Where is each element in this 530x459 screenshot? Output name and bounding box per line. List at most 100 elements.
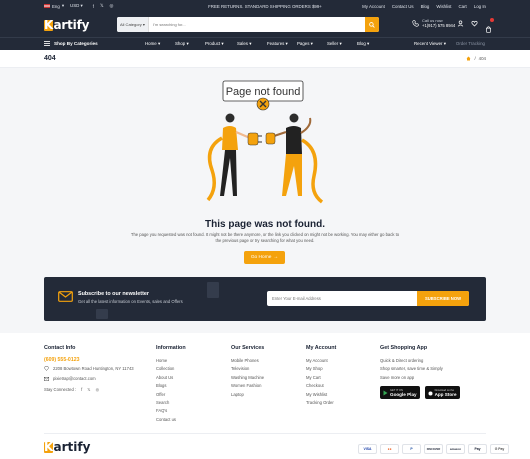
not-found-illustration: Page not found [206,80,324,204]
link-my-account[interactable]: My Account [362,4,385,9]
footer-link[interactable]: FAQ's [156,407,176,415]
footer-link[interactable]: Contact us [156,416,176,424]
discover-icon: DISCOVER [424,444,443,454]
footer-link[interactable]: Collection [156,365,176,373]
nav-item-blog[interactable]: Blog ▾ [357,41,387,47]
footer-link[interactable]: About Us [156,374,176,382]
footer-services-heading: Our Services [231,345,265,351]
go-home-button[interactable]: Go Home → [244,251,285,264]
nav-item-seller[interactable]: Seller ▾ [327,41,357,47]
footer-link[interactable]: Search [156,399,176,407]
newsletter-email-input[interactable]: Enter Your E-mail Address [267,291,417,306]
cart-count-badge [490,18,494,22]
apple-pay-icon: Pay [468,444,487,454]
breadcrumb-bar: 404 / 404 [0,50,530,68]
recent-viewer-link[interactable]: Recent Viewer ▾ [414,41,446,47]
link-contact-us[interactable]: Contact Us [392,4,414,9]
subscribe-button[interactable]: SUBSCRIBE NOW [417,291,469,306]
footer-link[interactable]: My Shop [306,365,334,373]
top-bar: Eng ▾ USD ▾ f 𝕏 ◎ FREE RETURNS. STANDARD … [0,0,530,12]
footer-link[interactable]: Laptop [231,391,264,399]
google-play-button[interactable]: GET IT ON Google Play [380,386,420,399]
footer-link[interactable]: My Account [306,357,334,365]
us-flag-icon [44,4,50,8]
header-icons [457,18,494,38]
nav-item-product[interactable]: Product ▾ [205,41,237,47]
footer-app-heading: Get Shopping App [380,345,428,351]
footer-link[interactable]: Women Fashion [231,382,264,390]
error-title: This page was not found. [205,219,325,230]
footer-link[interactable]: Washing Machine [231,374,264,382]
bubble-text: Page not found [226,86,301,98]
nav-menu: Home ▾ Shop ▾ Product ▾ Sales ▾ Features… [145,37,387,50]
x-twitter-icon[interactable]: 𝕏 [100,3,104,9]
facebook-icon[interactable]: f [93,4,94,9]
currency-selector[interactable]: USD ▾ [70,3,83,9]
search-input[interactable] [149,17,365,32]
footer-link[interactable]: My Wishlist [306,391,334,399]
error-description: The page you requested was not found. It… [130,232,400,243]
home-icon[interactable] [466,56,471,61]
mastercard-icon: ●● [380,444,399,454]
google-pay-icon: G Pay [490,444,509,454]
decor-doc-icon [207,282,219,298]
location-icon [44,366,49,371]
nav-right: Recent Viewer ▾ Order Tracking [414,37,485,50]
app-store-button[interactable]: Download on the App Store [424,386,460,399]
nav-item-pages[interactable]: Pages ▾ [297,41,327,47]
language-selector[interactable]: Eng ▾ [44,3,64,9]
heart-icon[interactable] [471,20,478,27]
footer-app-features: Quick & Direct ordering Shop smarter, sa… [380,358,443,380]
x-twitter-icon[interactable]: 𝕏 [87,387,90,392]
search-icon [369,21,375,28]
footer-link[interactable]: Blogs [156,382,176,390]
footer-link[interactable]: Mobile Phones [231,357,264,365]
nav-item-home[interactable]: Home ▾ [145,41,175,47]
link-blog[interactable]: Blog [421,4,430,9]
stay-connected: Stay Connected : f 𝕏 ◎ [44,387,100,392]
nav-item-shop[interactable]: Shop ▾ [175,41,205,47]
call-us[interactable]: Call us now +1(917) 575 8944 [412,18,455,28]
link-cart[interactable]: Cart [458,4,466,9]
link-login[interactable]: Log In [474,4,486,9]
category-select[interactable]: All Category ▾ [117,17,149,32]
newsletter-subtitle: Get all the latest information on Events… [78,299,183,304]
shop-by-categories-button[interactable]: Shop By Categories [44,37,98,50]
instagram-icon[interactable]: ◎ [110,3,114,9]
footer-information-heading: Information [156,345,186,351]
logo[interactable]: Kartify [44,18,89,32]
footer-link[interactable]: Checkout [306,382,334,390]
footer-link[interactable]: Television [231,365,264,373]
footer-address: 2208 Bowtown Road Huntington, NY 11743 [44,366,134,371]
breadcrumb-current: 404 [478,56,486,61]
mail-icon [44,376,49,381]
app-store-badges: GET IT ON Google Play Download on the App … [380,386,460,399]
footer-contact-heading: Contact Info [44,345,76,351]
page-title: 404 [44,55,56,62]
footer-account-heading: My Account [306,345,337,351]
link-wishlist[interactable]: Wishlist [436,4,451,9]
search-button[interactable] [365,17,379,32]
footer-link[interactable]: Home [156,357,176,365]
footer-phone[interactable]: (609) 555-0123 [44,357,79,363]
nav-item-features[interactable]: Features ▾ [267,41,297,47]
footer-link[interactable]: My Cart [306,374,334,382]
instagram-icon[interactable]: ◎ [96,387,100,392]
footer-email[interactable]: pixietrap@contact.com [44,376,96,381]
footer-logo[interactable]: Kartify [44,440,90,454]
order-tracking-link[interactable]: Order Tracking [456,41,485,46]
nav-item-sales[interactable]: Sales ▾ [237,41,267,47]
envelope-icon [58,291,73,302]
user-icon[interactable] [457,20,464,27]
amazon-icon: amazon [446,444,465,454]
footer-information-links: Home Collection About Us Blogs Offer Sea… [156,357,176,424]
facebook-icon[interactable]: f [81,387,82,392]
footer-link[interactable]: Tracking Order [306,399,334,407]
footer-link[interactable]: Offer [156,391,176,399]
cart-button[interactable] [485,18,494,38]
breadcrumb: / 404 [466,56,486,61]
cart-icon [486,26,491,33]
paypal-icon: P [402,444,421,454]
breadcrumb-separator: / [474,56,476,61]
search-bar: All Category ▾ [117,17,379,32]
